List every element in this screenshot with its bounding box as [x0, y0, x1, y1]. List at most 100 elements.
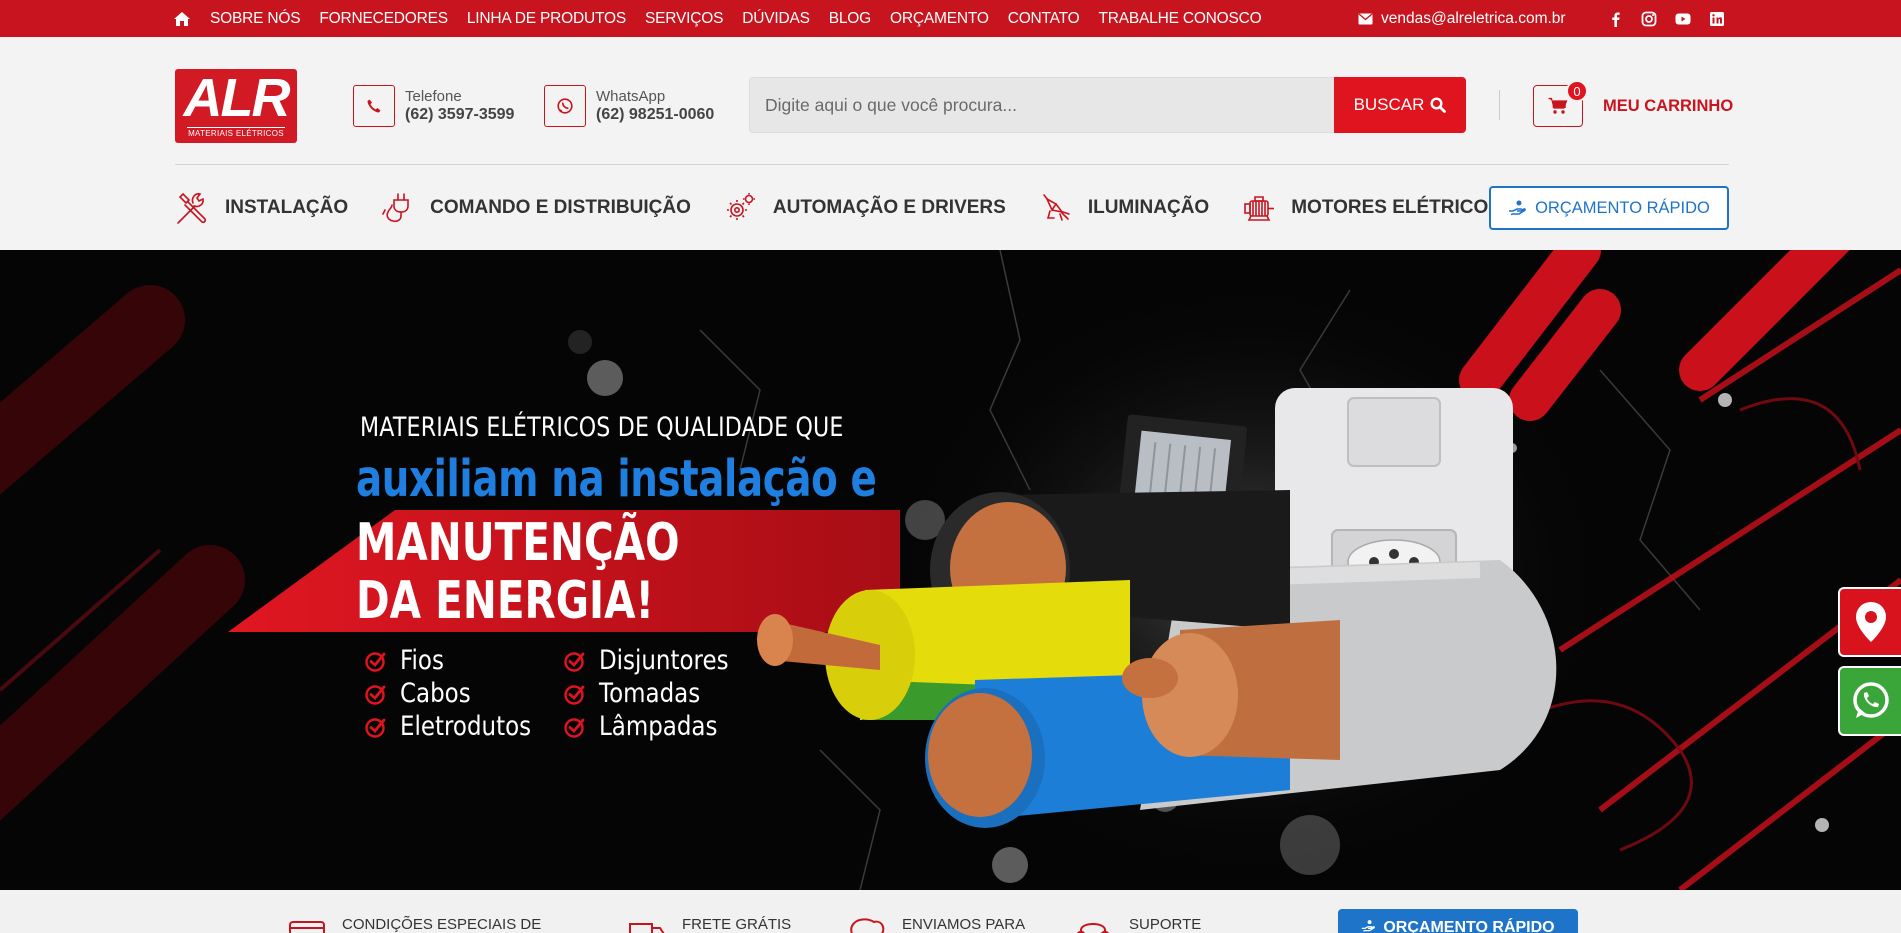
- search-button-label: BUSCAR: [1353, 95, 1425, 114]
- check-icon: [564, 651, 585, 672]
- feature-label: ENVIAMOS PARA: [902, 916, 1026, 933]
- hero-list-right: Disjuntores Tomadas Lâmpadas: [563, 644, 751, 743]
- cart-label: MEU CARRINHO: [1603, 96, 1734, 115]
- check-icon: [365, 651, 386, 672]
- cart-button[interactable]: 0 MEU CARRINHO: [1533, 80, 1734, 127]
- category-label: COMANDO E DISTRIBUIÇÃO: [430, 197, 691, 218]
- category-comando-e-distribuicao[interactable]: COMANDO E DISTRIBUIÇÃO: [380, 190, 691, 226]
- hero-list-left: Fios Cabos Eletrodutos: [364, 644, 554, 743]
- hero-line-3: MANUTENÇÃO DA ENERGIA!: [356, 514, 680, 630]
- nav-servicos[interactable]: SERVIÇOS: [645, 10, 723, 28]
- feature-label: CONDIÇÕES ESPECIAIS DE: [342, 916, 542, 933]
- facebook-icon[interactable]: [1608, 11, 1624, 27]
- whatsapp-float-button[interactable]: [1838, 666, 1901, 736]
- motor-icon: [1244, 196, 1275, 221]
- logo-text: ALR: [183, 68, 291, 128]
- hero-line-3a: MANUTENÇÃO: [356, 513, 680, 573]
- check-icon: [564, 717, 585, 738]
- nav-blog[interactable]: BLOG: [829, 10, 871, 28]
- category-label: AUTOMAÇÃO E DRIVERS: [772, 197, 1006, 218]
- nav-contato[interactable]: CONTATO: [1008, 10, 1080, 28]
- feature-condicoes: CONDIÇÕES ESPECIAIS DE: [288, 916, 541, 933]
- feature-suporte: SUPORTE: [1075, 916, 1201, 933]
- hero-list-item: Tomadas: [563, 677, 751, 710]
- nav-orcamento[interactable]: ORÇAMENTO: [890, 10, 989, 28]
- category-menu: INSTALAÇÃO COMANDO E DISTRIBUIÇÃO AUTOMA…: [175, 187, 1533, 229]
- support-icon: [1077, 923, 1109, 933]
- feature-label: FRETE GRÁTIS: [682, 916, 792, 933]
- hero-list-item: Eletrodutos: [364, 710, 554, 743]
- phone-number: (62) 3597-3599: [405, 106, 515, 123]
- feature-frete: FRETE GRÁTIS: [628, 916, 791, 933]
- top-nav: SOBRE NÓS FORNECEDORES LINHA DE PRODUTOS…: [173, 0, 1262, 37]
- site-logo[interactable]: ALR MATERIAIS ELÉTRICOS: [175, 69, 297, 143]
- logo-subtitle: MATERIAIS ELÉTRICOS: [187, 127, 285, 138]
- hero-line-1: MATERIAIS ELÉTRICOS DE QUALIDADE QUE: [360, 412, 844, 443]
- cart-count-badge: 0: [1566, 80, 1588, 102]
- category-motores-eletricos[interactable]: MOTORES ELÉTRICOS: [1241, 190, 1501, 226]
- gears-icon: [726, 193, 755, 220]
- quick-quote-label: ORÇAMENTO RÁPIDO: [1535, 198, 1710, 217]
- instagram-icon[interactable]: [1641, 11, 1657, 27]
- plug-icon: [382, 193, 409, 223]
- phone-label: Telefone: [405, 88, 462, 105]
- top-bar: SOBRE NÓS FORNECEDORES LINHA DE PRODUTOS…: [0, 0, 1901, 37]
- tools-icon: [177, 192, 207, 224]
- nav-trabalhe-conosco[interactable]: TRABALHE CONOSCO: [1099, 10, 1262, 28]
- site-header: ALR MATERIAIS ELÉTRICOS Telefone (62) 35…: [0, 37, 1901, 250]
- category-iluminacao[interactable]: ILUMINAÇÃO: [1038, 190, 1209, 226]
- category-automacao-e-drivers[interactable]: AUTOMAÇÃO E DRIVERS: [723, 190, 1006, 226]
- whatsapp-icon: [1852, 682, 1889, 718]
- hero-background: [0, 250, 1901, 890]
- hero-list-item: Lâmpadas: [563, 710, 751, 743]
- whatsapp-number: (62) 98251-0060: [596, 106, 715, 123]
- envelope-icon: [1358, 12, 1373, 24]
- category-label: ILUMINAÇÃO: [1087, 197, 1210, 218]
- home-icon[interactable]: [173, 11, 191, 27]
- search-button[interactable]: BUSCAR: [1334, 77, 1466, 133]
- hero-line-3b: DA ENERGIA!: [356, 571, 655, 631]
- header-separator: [175, 164, 1729, 165]
- email-link[interactable]: vendas@alreletrica.com.br: [1358, 0, 1566, 37]
- strip-quick-quote-button[interactable]: ORÇAMENTO RÁPIDO: [1338, 909, 1578, 933]
- category-label: MOTORES ELÉTRICOS: [1291, 197, 1501, 218]
- nav-linha-de-produtos[interactable]: LINHA DE PRODUTOS: [467, 10, 626, 28]
- card-icon: [289, 921, 325, 933]
- location-float-button[interactable]: [1838, 587, 1901, 657]
- feature-enviamos: ENVIAMOS PARA: [848, 916, 1025, 933]
- category-instalacao[interactable]: INSTALAÇÃO: [175, 190, 348, 226]
- header-divider: [1499, 90, 1500, 120]
- hero-banner[interactable]: MATERIAIS ELÉTRICOS DE QUALIDADE QUE aux…: [0, 250, 1901, 890]
- phone-icon-box: [353, 85, 395, 127]
- hand-coin-icon: [1362, 920, 1376, 932]
- hero-list-item: Cabos: [364, 677, 554, 710]
- search-input[interactable]: [750, 78, 1333, 132]
- check-icon: [564, 684, 585, 705]
- hand-coin-icon: [1509, 200, 1526, 216]
- whatsapp-icon-box: [544, 85, 586, 127]
- nav-fornecedores[interactable]: FORNECEDORES: [319, 10, 448, 28]
- nav-duvidas[interactable]: DÚVIDAS: [742, 10, 810, 28]
- phone-contact[interactable]: Telefone (62) 3597-3599: [353, 85, 514, 127]
- whatsapp-contact[interactable]: WhatsApp (62) 98251-0060: [544, 85, 714, 127]
- feature-label: SUPORTE: [1129, 916, 1202, 933]
- youtube-icon[interactable]: [1674, 11, 1692, 27]
- whatsapp-icon: [557, 98, 573, 114]
- check-icon: [365, 684, 386, 705]
- whatsapp-label: WhatsApp: [596, 88, 666, 105]
- cart-icon: [1548, 97, 1568, 114]
- hero-list-item: Disjuntores: [563, 644, 751, 677]
- search-bar: BUSCAR: [749, 77, 1466, 133]
- hero-line-2: auxiliam na instalação e: [356, 450, 877, 509]
- category-label: INSTALAÇÃO: [225, 197, 349, 218]
- nav-sobre-nos[interactable]: SOBRE NÓS: [210, 10, 301, 28]
- search-icon: [1430, 97, 1447, 113]
- linkedin-icon[interactable]: [1709, 11, 1725, 27]
- map-pin-icon: [1855, 602, 1886, 642]
- quick-quote-button[interactable]: ORÇAMENTO RÁPIDO: [1489, 186, 1729, 230]
- truck-icon: [629, 923, 665, 933]
- social-links: [1608, 0, 1725, 37]
- spotlight-icon: [1043, 194, 1070, 221]
- hero-list-item: Fios: [364, 644, 554, 677]
- phone-icon: [367, 99, 381, 113]
